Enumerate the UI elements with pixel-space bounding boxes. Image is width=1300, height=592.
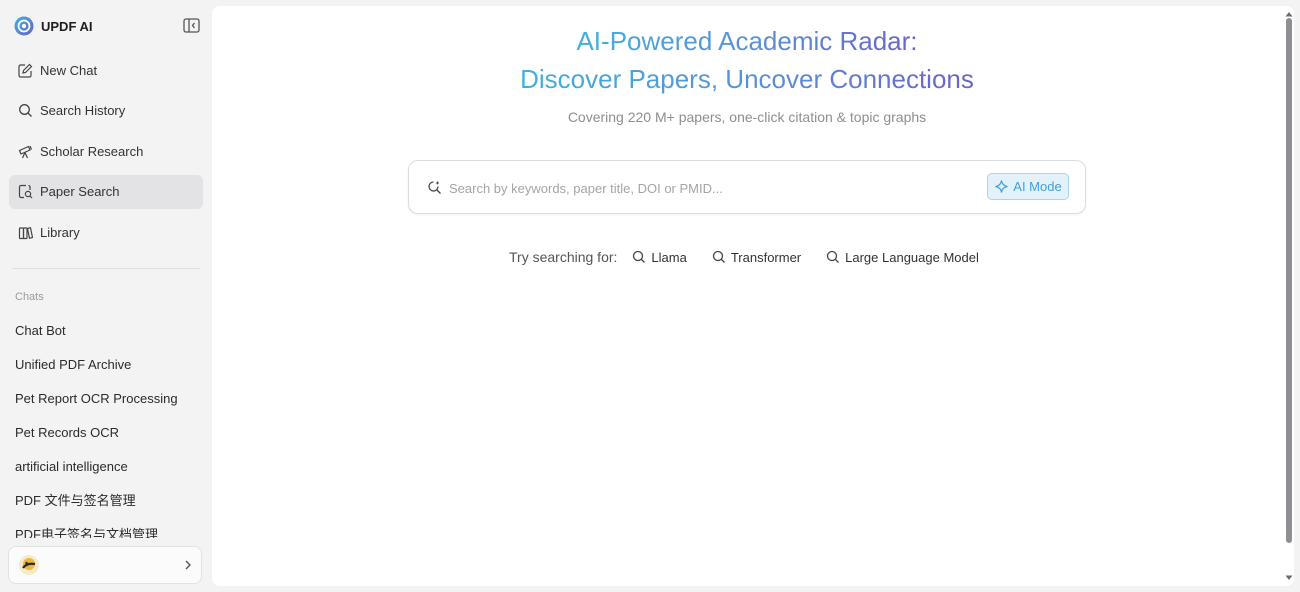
nav-item-search-history[interactable]: Search History xyxy=(9,94,203,128)
suggestions-label: Try searching for: xyxy=(509,249,618,265)
suggestion-label: Large Language Model xyxy=(845,249,979,265)
chat-item[interactable]: artificial intelligence xyxy=(15,458,205,492)
doc-search-icon xyxy=(18,184,33,199)
headline-text: AI-Powered Academic Radar: xyxy=(576,26,918,56)
ai-search-icon xyxy=(428,181,441,194)
chat-list: Chat Bot Unified PDF Archive Pet Report … xyxy=(15,322,205,538)
nav-label: Search History xyxy=(40,103,126,118)
page-headline-line-1: AI-Powered Academic Radar: xyxy=(212,22,1282,60)
nav-item-library[interactable]: Library xyxy=(9,215,203,249)
nav-item-scholar-research[interactable]: Scholar Research xyxy=(9,134,203,168)
suggestion-label: Llama xyxy=(651,249,687,265)
search-icon xyxy=(19,104,32,117)
scrollbar-thumb[interactable] xyxy=(1286,18,1292,543)
paper-search-input[interactable] xyxy=(447,176,971,200)
sidebar: UPDF AI New Chat Search History Scholar … xyxy=(0,0,210,592)
nav-label: New Chat xyxy=(40,62,98,78)
updf-logo-icon xyxy=(14,16,34,36)
chat-item[interactable]: Pet Report OCR Processing xyxy=(15,390,205,424)
nav-label: Scholar Research xyxy=(40,143,144,159)
sidebar-nav: New Chat Search History Scholar Research xyxy=(9,53,203,256)
library-icon xyxy=(18,226,33,239)
telescope-icon xyxy=(18,145,33,158)
search-suggestions: Try searching for: Llama Transformer Lar… xyxy=(509,246,1004,268)
chat-item[interactable]: PDF电子签名与文档管理 xyxy=(15,526,205,538)
sparkle-icon xyxy=(995,180,1008,193)
scroll-down-arrow-icon[interactable] xyxy=(1284,574,1294,582)
nav-item-new-chat[interactable]: New Chat xyxy=(9,53,203,87)
chat-item[interactable]: Chat Bot xyxy=(15,322,205,356)
chat-item[interactable]: PDF 文件与签名管理 xyxy=(15,492,205,526)
sidebar-divider xyxy=(12,268,200,269)
nav-label: Paper Search xyxy=(40,184,120,199)
paper-search-box: AI Mode xyxy=(408,160,1086,214)
suggestion-chip-large-language-model[interactable]: Large Language Model xyxy=(826,250,979,265)
user-account-button[interactable] xyxy=(8,546,202,584)
collapse-sidebar-icon[interactable] xyxy=(183,18,200,33)
edit-icon xyxy=(18,63,33,78)
search-icon xyxy=(712,250,725,263)
search-icon xyxy=(826,250,840,263)
suggestion-chip-transformer[interactable]: Transformer xyxy=(712,250,801,265)
ai-mode-label: AI Mode xyxy=(1013,179,1062,194)
page-subtitle: Covering 220 M+ papers, one-click citati… xyxy=(567,109,927,125)
brand-name: UPDF AI xyxy=(41,18,93,34)
nav-item-paper-search[interactable]: Paper Search xyxy=(9,174,203,209)
nav-label: Library xyxy=(40,224,80,240)
ai-mode-button[interactable]: AI Mode xyxy=(987,173,1069,200)
suggestion-label: Transformer xyxy=(730,249,802,265)
brand[interactable]: UPDF AI xyxy=(14,15,93,37)
page-headline-line-2: Discover Papers, Uncover Connections xyxy=(212,60,1282,98)
chat-item[interactable]: Unified PDF Archive xyxy=(15,356,205,390)
suggestion-chip-llama[interactable]: Llama xyxy=(632,249,687,265)
chevron-right-icon xyxy=(185,560,191,570)
headline-text: Discover Papers, Uncover Connections xyxy=(520,64,974,94)
chats-section-label: Chats xyxy=(15,291,44,303)
scroll-up-arrow-icon[interactable] xyxy=(1284,10,1294,18)
avatar xyxy=(19,555,39,575)
search-icon xyxy=(633,250,646,263)
chat-item[interactable]: Pet Records OCR xyxy=(15,424,205,458)
